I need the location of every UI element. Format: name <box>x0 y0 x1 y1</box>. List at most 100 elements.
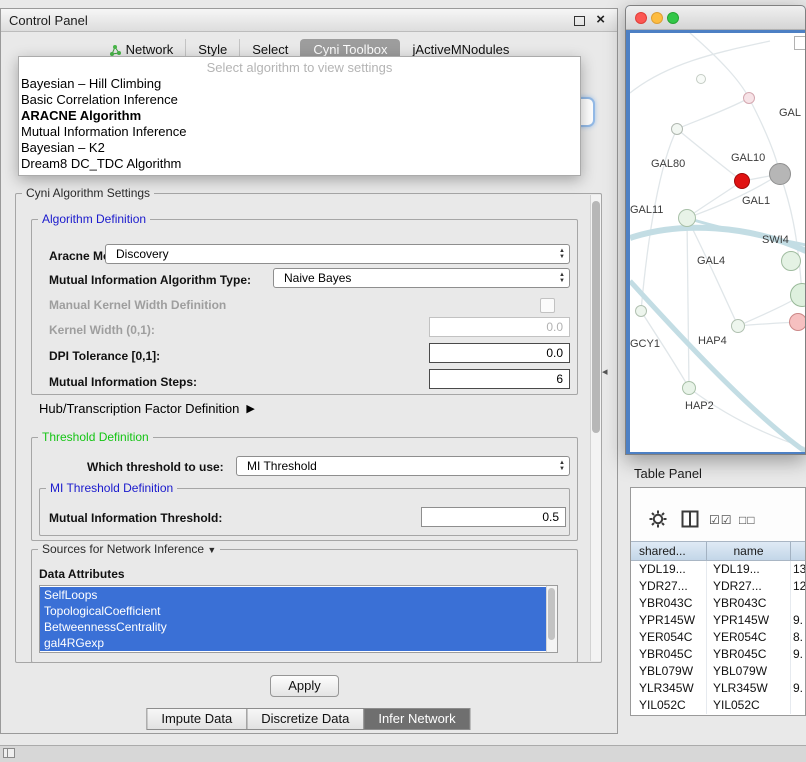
apply-button[interactable]: Apply <box>270 675 339 697</box>
network-node[interactable] <box>743 92 755 104</box>
stepper-icon: ▲▼ <box>559 248 565 260</box>
table-row[interactable]: YER054CYER054C8. <box>631 629 805 646</box>
kernel-width-input[interactable]: 0.0 <box>429 317 570 337</box>
table-row[interactable]: YDR27...YDR27...12 <box>631 578 805 595</box>
table-cell <box>790 663 805 680</box>
table-cell: 9. <box>790 646 805 663</box>
status-strip <box>0 745 806 762</box>
table-row[interactable]: YIL052CYIL052C <box>631 697 805 714</box>
select-all-checkboxes-icon[interactable]: ☑☑ <box>709 513 733 527</box>
mi-steps-input[interactable]: 6 <box>429 369 570 389</box>
network-node[interactable] <box>734 173 750 189</box>
mi-threshold-title: MI Threshold Definition <box>46 481 177 495</box>
data-attribute-item[interactable]: gal4RGexp <box>40 635 546 651</box>
mi-type-label: Mutual Information Algorithm Type: <box>49 273 251 287</box>
table-cell: YDL19... <box>631 561 706 578</box>
mi-threshold-input[interactable]: 0.5 <box>421 507 566 527</box>
table-cell: YBR043C <box>631 595 706 612</box>
algorithm-option[interactable]: Dream8 DC_TDC Algorithm <box>19 156 580 172</box>
network-node[interactable] <box>781 251 801 271</box>
algorithm-option-list: Bayesian – Hill ClimbingBasic Correlatio… <box>19 76 580 172</box>
network-node[interactable] <box>635 305 647 317</box>
algorithm-option[interactable]: Mutual Information Inference <box>19 124 580 140</box>
control-panel-titlebar[interactable]: Control Panel × <box>1 9 617 32</box>
close-traffic-light-icon[interactable] <box>635 12 647 24</box>
network-node-label: GAL11 <box>630 204 663 216</box>
network-canvas[interactable]: GAL80GAL10GAL11GAL1SWI4GAL4GCY1HAP4HAP2G… <box>630 33 806 452</box>
algorithm-option[interactable]: Basic Correlation Inference <box>19 92 580 108</box>
columns-icon[interactable] <box>681 510 699 528</box>
table-cell: YIL052C <box>631 697 706 714</box>
table-row[interactable]: YBR043CYBR043C <box>631 595 805 612</box>
table-header-row: shared... name <box>631 541 805 561</box>
tab-cyni-toolbox-label: Cyni Toolbox <box>313 42 387 57</box>
network-node[interactable] <box>769 163 791 185</box>
table-cell: YDR27... <box>706 578 790 595</box>
deselect-all-checkboxes-icon[interactable]: □□ <box>739 513 756 527</box>
hub-definition-expander[interactable]: Hub/Transcription Factor Definition ▶ <box>39 401 255 416</box>
zoom-traffic-light-icon[interactable] <box>667 12 679 24</box>
network-node[interactable] <box>678 209 696 227</box>
settings-scrollbar[interactable] <box>590 195 601 661</box>
network-node[interactable] <box>671 123 683 135</box>
data-attribute-item[interactable]: TopologicalCoefficient <box>40 603 546 619</box>
aracne-mode-select[interactable]: Discovery ▲▼ <box>105 244 570 264</box>
table-row[interactable]: YBL079WYBL079W <box>631 663 805 680</box>
network-scroll-corner[interactable] <box>794 36 806 50</box>
network-node[interactable] <box>731 319 745 333</box>
gear-icon[interactable] <box>649 510 667 528</box>
algorithm-option[interactable]: Bayesian – Hill Climbing <box>19 76 580 92</box>
algorithm-placeholder: Select algorithm to view settings <box>19 59 580 76</box>
table-cell: YBR043C <box>706 595 790 612</box>
table-toolbar: ☑☑ □□ <box>631 488 805 541</box>
algorithm-option[interactable]: Bayesian – K2 <box>19 140 580 156</box>
column-header-shared-name[interactable]: shared... <box>631 542 706 560</box>
sources-group-title[interactable]: Sources for Network Inference ▼ <box>38 542 220 556</box>
settings-scrollbar-thumb[interactable] <box>592 201 600 433</box>
data-attribute-item[interactable]: SelfLoops <box>40 587 546 603</box>
settings-group-title: Cyni Algorithm Settings <box>22 186 154 200</box>
table-row[interactable]: YLR345WYLR345W9. <box>631 680 805 697</box>
table-cell: YBR045C <box>631 646 706 663</box>
tab-discretize-data[interactable]: Discretize Data <box>246 708 364 730</box>
network-node-label: HAP4 <box>698 335 727 347</box>
float-window-icon[interactable] <box>574 16 585 26</box>
network-node[interactable] <box>682 381 696 395</box>
table-row[interactable]: YBR045CYBR045C9. <box>631 646 805 663</box>
network-node[interactable] <box>789 313 806 331</box>
table-cell: 8. <box>790 629 805 646</box>
network-node[interactable] <box>696 74 706 84</box>
table-cell: YER054C <box>631 629 706 646</box>
tab-infer-network[interactable]: Infer Network <box>363 708 470 730</box>
data-attributes-label: Data Attributes <box>39 567 125 581</box>
which-threshold-select[interactable]: MI Threshold ▲▼ <box>236 456 570 476</box>
kernel-width-label: Kernel Width (0,1): <box>49 323 155 337</box>
which-threshold-label: Which threshold to use: <box>87 460 224 474</box>
table-cell: YLR345W <box>631 680 706 697</box>
mi-type-select[interactable]: Naive Bayes ▲▼ <box>273 268 570 288</box>
column-header-name[interactable]: name <box>706 542 790 560</box>
tab-network-label: Network <box>126 42 174 57</box>
dpi-tolerance-input[interactable]: 0.0 <box>429 343 570 363</box>
tab-impute-data[interactable]: Impute Data <box>146 708 247 730</box>
column-header-partial[interactable] <box>790 542 805 560</box>
algorithm-option[interactable]: ARACNE Algorithm <box>19 108 580 124</box>
hub-definition-label: Hub/Transcription Factor Definition <box>39 401 239 416</box>
network-window-titlebar[interactable] <box>626 6 805 30</box>
minimize-traffic-light-icon[interactable] <box>651 12 663 24</box>
attributes-scrollbar-thumb[interactable] <box>548 588 555 640</box>
tab-select-label: Select <box>252 42 288 57</box>
network-node-label: SWI4 <box>762 234 789 246</box>
data-attribute-item[interactable]: BetweennessCentrality <box>40 619 546 635</box>
table-cell: YDR27... <box>631 578 706 595</box>
panel-collapse-handle[interactable]: ◂ <box>602 365 608 378</box>
data-attributes-list[interactable]: SelfLoopsTopologicalCoefficientBetweenne… <box>39 585 558 653</box>
table-row[interactable]: YDL19...YDL19...13 <box>631 561 805 578</box>
manual-kernel-checkbox[interactable] <box>540 298 555 313</box>
attributes-scrollbar[interactable] <box>546 586 557 652</box>
table-row[interactable]: YPR145WYPR145W9. <box>631 612 805 629</box>
table-cell: YPR145W <box>631 612 706 629</box>
panel-toggle-icon[interactable] <box>3 748 15 758</box>
close-icon[interactable]: × <box>596 11 605 29</box>
table-panel-window: ☑☑ □□ shared... name YDL19...YDL19...13Y… <box>630 487 806 716</box>
